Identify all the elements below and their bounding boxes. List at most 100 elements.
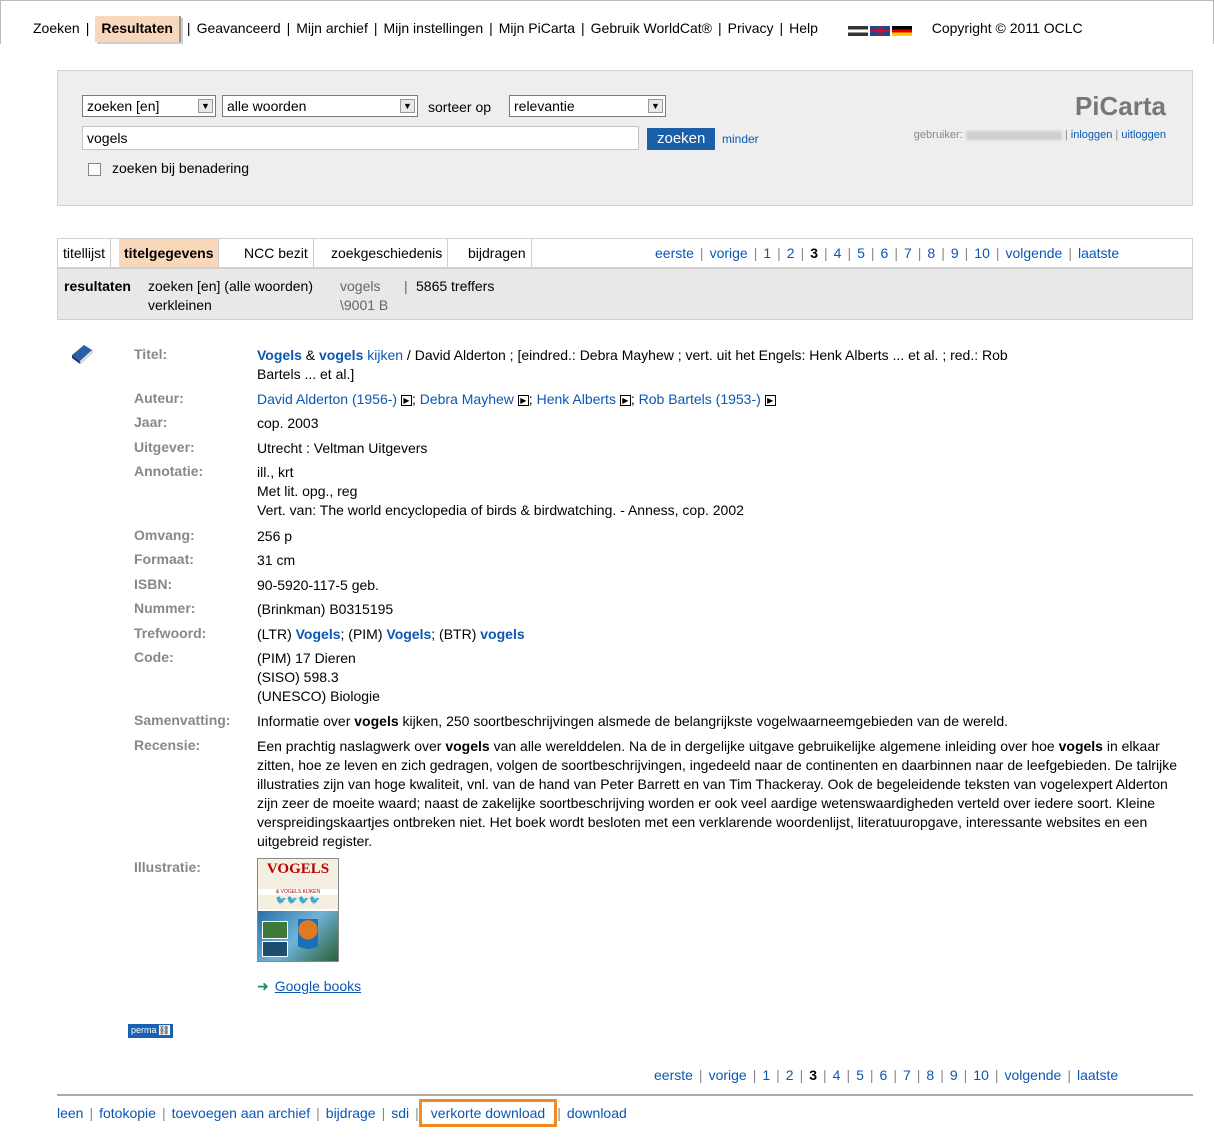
action-fotokopie[interactable]: fotokopie: [99, 1105, 156, 1121]
username-blurred: [965, 130, 1062, 140]
approx-checkbox[interactable]: [88, 163, 101, 176]
pager-page[interactable]: 1: [763, 245, 771, 261]
pager-page[interactable]: 8: [927, 245, 935, 261]
less-link[interactable]: minder: [722, 132, 759, 146]
title-link-vogels2[interactable]: vogels: [319, 347, 363, 363]
label-trefwoord: Trefwoord:: [134, 625, 207, 641]
results-count: 5865 treffers: [416, 278, 495, 294]
label-omvang: Omvang:: [134, 527, 195, 543]
pager-page[interactable]: 10: [974, 245, 990, 261]
title-link-vogels[interactable]: Vogels: [257, 347, 302, 363]
reduce-link[interactable]: verkleinen: [148, 297, 212, 313]
pager-page[interactable]: 9: [951, 245, 959, 261]
author-link[interactable]: David Alderton (1956-): [257, 391, 397, 407]
action-sdi[interactable]: sdi: [391, 1105, 409, 1121]
search-button[interactable]: zoeken: [647, 128, 716, 150]
pager-current: 3: [809, 1067, 818, 1083]
title-link-kijken[interactable]: kijken: [363, 347, 403, 363]
nav-resultaten[interactable]: Resultaten: [95, 16, 181, 42]
nav-mijn-picarta[interactable]: Mijn PiCarta: [499, 20, 575, 36]
expand-icon[interactable]: ▶: [619, 394, 631, 406]
pager-page[interactable]: 7: [904, 245, 912, 261]
pager-page[interactable]: 5: [857, 245, 865, 261]
pager-prev[interactable]: vorige: [709, 1067, 747, 1083]
pager-page[interactable]: 4: [833, 1067, 841, 1083]
arrow-right-icon: ➜: [257, 978, 269, 994]
pager-page[interactable]: 2: [786, 1067, 794, 1083]
action-download[interactable]: download: [567, 1105, 627, 1121]
omvang-value: 256 p: [257, 528, 293, 544]
subject-link[interactable]: vogels: [480, 626, 524, 642]
chevron-down-icon: ▼: [198, 99, 213, 113]
author-link[interactable]: Henk Alberts: [537, 391, 616, 407]
tab-zoekgeschiedenis[interactable]: zoekgeschiedenis: [326, 239, 449, 267]
action-bijdrage[interactable]: bijdrage: [326, 1105, 376, 1121]
tab-titelgegevens[interactable]: titelgegevens: [119, 239, 220, 267]
label-recensie: Recensie:: [134, 737, 201, 753]
nav-gebruik-worldcat[interactable]: Gebruik WorldCat®: [591, 20, 712, 36]
action-verkorte-download[interactable]: verkorte download: [418, 1099, 558, 1127]
pager-next[interactable]: volgende: [1006, 245, 1063, 261]
label-illustratie: Illustratie:: [134, 859, 201, 875]
google-books: ➜ Google books: [257, 978, 361, 995]
author-link[interactable]: Debra Mayhew: [420, 391, 514, 407]
subject-link[interactable]: Vogels: [386, 626, 431, 642]
pager-page[interactable]: 5: [856, 1067, 864, 1083]
nav-mijn-instellingen[interactable]: Mijn instellingen: [384, 20, 484, 36]
pager-page[interactable]: 10: [973, 1067, 989, 1083]
logout-link[interactable]: uitloggen: [1121, 129, 1166, 141]
tab-titellijst[interactable]: titellijst: [58, 239, 112, 267]
action-links: leen | fotokopie | toevoegen aan archief | bij…: [57, 1099, 627, 1127]
subject-link[interactable]: Vogels: [296, 626, 341, 642]
words-select[interactable]: alle woorden ▼: [222, 95, 418, 117]
pager-last[interactable]: laatste: [1077, 1067, 1118, 1083]
nav-mijn-archief[interactable]: Mijn archief: [296, 20, 368, 36]
nav-geavanceerd[interactable]: Geavanceerd: [197, 20, 281, 36]
pager-page[interactable]: 7: [903, 1067, 911, 1083]
sort-select[interactable]: relevantie ▼: [509, 95, 666, 117]
expand-icon[interactable]: ▶: [400, 394, 412, 406]
flag-uk-icon[interactable]: [869, 25, 890, 36]
permalink-button[interactable]: perma ⛓: [128, 1024, 173, 1038]
flag-nl-icon[interactable]: [847, 25, 868, 36]
pager-last[interactable]: laatste: [1078, 245, 1119, 261]
nav-zoeken[interactable]: Zoeken: [33, 20, 80, 36]
pager-prev[interactable]: vorige: [710, 245, 748, 261]
pager-first[interactable]: eerste: [654, 1067, 693, 1083]
pager-next[interactable]: volgende: [1005, 1067, 1062, 1083]
results-query-desc: zoeken [en] (alle woorden): [148, 278, 313, 294]
expand-icon[interactable]: ▶: [517, 394, 529, 406]
pager-first[interactable]: eerste: [655, 245, 694, 261]
google-books-link[interactable]: Google books: [275, 978, 361, 994]
pager-page[interactable]: 6: [880, 1067, 888, 1083]
pager-page[interactable]: 1: [762, 1067, 770, 1083]
expand-icon[interactable]: ▶: [764, 394, 776, 406]
link-chain-icon: ⛓: [158, 1025, 170, 1035]
pager-page[interactable]: 2: [787, 245, 795, 261]
tab-bijdragen[interactable]: bijdragen: [463, 239, 532, 267]
results-label: resultaten: [64, 278, 131, 294]
label-uitgever: Uitgever:: [134, 439, 195, 455]
results-bar: resultaten zoeken [en] (alle woorden) vo…: [57, 268, 1193, 320]
nav-privacy[interactable]: Privacy: [728, 20, 774, 36]
book-cover-image[interactable]: VOGELS & VOGELS KIJKEN 🐦🐦🐦🐦: [257, 858, 339, 962]
search-input[interactable]: vogels: [82, 126, 639, 150]
action-toevoegen-archief[interactable]: toevoegen aan archief: [172, 1105, 311, 1121]
label-auteur: Auteur:: [134, 390, 184, 406]
pager-page[interactable]: 6: [881, 245, 889, 261]
flag-de-icon[interactable]: [891, 25, 912, 36]
field-select[interactable]: zoeken [en] ▼: [82, 95, 216, 117]
nummer-value: (Brinkman) B0315195: [257, 601, 394, 617]
login-link[interactable]: inloggen: [1071, 129, 1113, 141]
tab-ncc-bezit[interactable]: NCC bezit: [239, 239, 314, 267]
nav-help[interactable]: Help: [789, 20, 818, 36]
author-link[interactable]: Rob Bartels (1953-): [639, 391, 761, 407]
pager-page[interactable]: 9: [950, 1067, 958, 1083]
action-leen[interactable]: leen: [57, 1105, 83, 1121]
label-isbn: ISBN:: [134, 576, 173, 592]
pager-page[interactable]: 8: [926, 1067, 934, 1083]
annotatie-value: ill., krt Met lit. opg., reg Vert. van: …: [257, 464, 744, 518]
approx-label: zoeken bij benadering: [112, 160, 249, 176]
pager-page[interactable]: 4: [834, 245, 842, 261]
pager-top: eerste | vorige | 1 | 2 | 3 | 4 | 5 | 6 | 7 | 8 | 9 | 10 | volge…: [655, 245, 1120, 261]
